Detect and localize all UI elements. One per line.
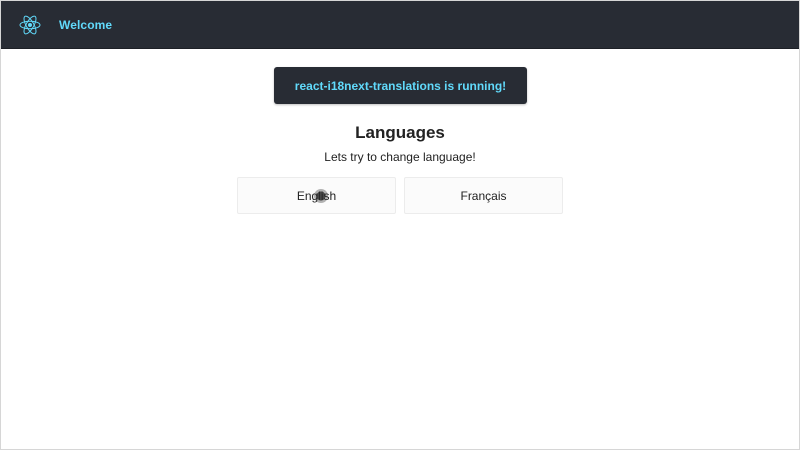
nav-link-welcome[interactable]: Welcome — [59, 18, 112, 32]
react-logo-icon[interactable] — [19, 14, 41, 36]
page-title: Languages — [355, 123, 445, 142]
language-button-label: Français — [460, 188, 507, 203]
language-button-english[interactable]: English — [237, 177, 396, 214]
language-button-label: English — [296, 188, 337, 203]
page-subtitle: Lets try to change language! — [324, 150, 476, 164]
status-banner-text: react-i18next-translations is running! — [294, 78, 507, 93]
top-navbar: Welcome — [1, 1, 799, 49]
status-banner: react-i18next-translations is running! — [274, 67, 527, 104]
language-button-french[interactable]: Français — [404, 177, 563, 214]
app-window: Welcome react-i18next-translations is ru… — [0, 0, 800, 450]
